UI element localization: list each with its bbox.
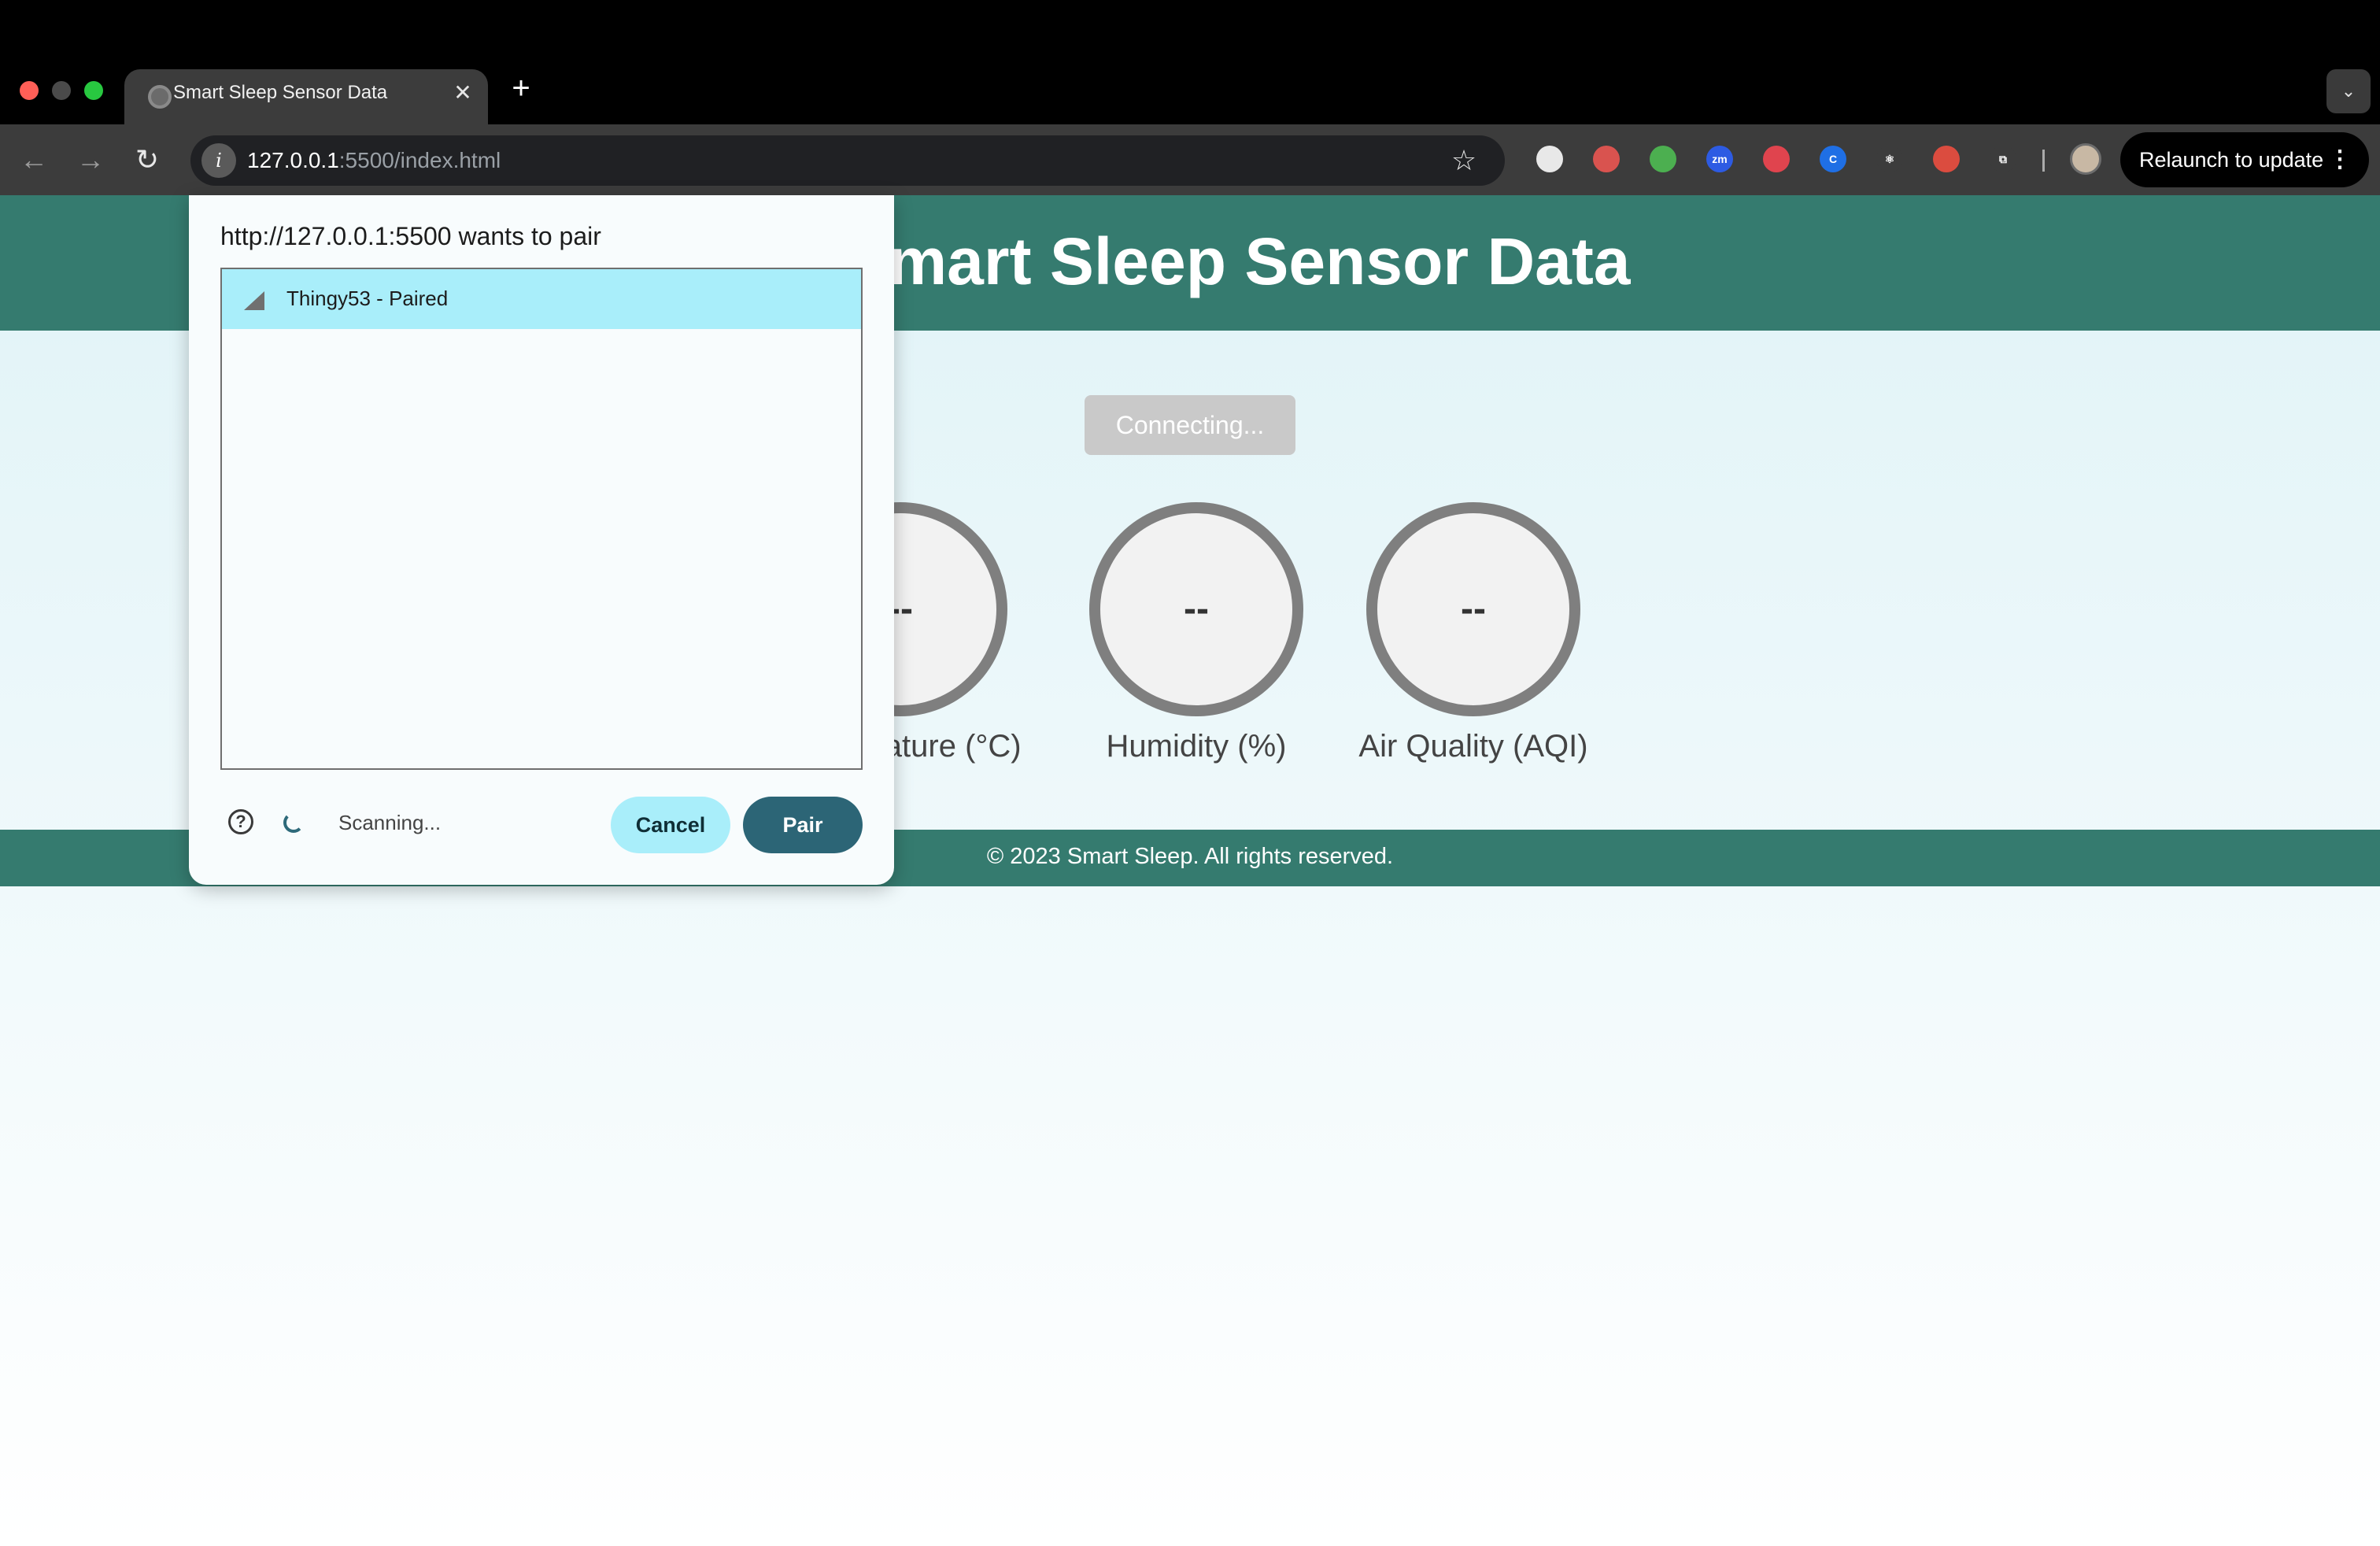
device-list[interactable]: Thingy53 - Paired bbox=[220, 268, 863, 770]
react-extension-icon[interactable]: ⚛ bbox=[1876, 146, 1903, 172]
browser-tab-strip: Smart Sleep Sensor Data ✕ + ⌄ bbox=[0, 0, 2380, 124]
url-text[interactable]: 127.0.0.1:5500/index.html bbox=[247, 148, 501, 173]
pair-button[interactable]: Pair bbox=[743, 797, 863, 853]
signal-strength-icon bbox=[244, 291, 264, 310]
tab-smart-sleep[interactable]: Smart Sleep Sensor Data ✕ bbox=[124, 69, 488, 124]
globe-icon bbox=[148, 85, 172, 109]
reload-icon[interactable]: ↻ bbox=[129, 142, 165, 178]
site-info-icon[interactable]: i bbox=[201, 143, 236, 178]
air-quality-label: Air Quality (AQI) bbox=[1358, 729, 1588, 764]
address-bar[interactable]: i 127.0.0.1:5500/index.html ☆ bbox=[190, 135, 1505, 186]
device-name: Thingy53 - Paired bbox=[286, 287, 449, 310]
zoom-extension-icon[interactable]: zm bbox=[1706, 146, 1733, 172]
scanning-spinner-icon bbox=[283, 812, 304, 833]
humidity-gauge: -- bbox=[1089, 502, 1303, 716]
back-icon[interactable]: ← bbox=[16, 142, 52, 178]
tab-title: Smart Sleep Sensor Data bbox=[173, 82, 388, 103]
minimize-window-button[interactable] bbox=[52, 81, 71, 100]
forward-icon[interactable]: → bbox=[72, 142, 109, 178]
shield-extension-icon[interactable] bbox=[1650, 146, 1676, 172]
relaunch-button[interactable]: Relaunch to update ⋮ bbox=[2120, 132, 2369, 187]
cancel-button[interactable]: Cancel bbox=[611, 797, 730, 853]
air-quality-gauge: -- bbox=[1366, 502, 1580, 716]
connect-button[interactable]: Connecting... bbox=[1085, 395, 1295, 455]
blue-c-extension-icon[interactable]: C bbox=[1820, 146, 1846, 172]
red-extension-icon[interactable] bbox=[1763, 146, 1790, 172]
toolbar-divider bbox=[2042, 150, 2045, 172]
help-icon[interactable]: ? bbox=[228, 809, 253, 834]
url-path: :5500/index.html bbox=[338, 148, 501, 172]
humidity-value: -- bbox=[1184, 588, 1209, 630]
dialog-title: http://127.0.0.1:5500 wants to pair bbox=[220, 222, 601, 250]
bookmark-star-icon[interactable]: ☆ bbox=[1447, 143, 1481, 178]
close-tab-icon[interactable]: ✕ bbox=[447, 77, 479, 109]
device-list-item[interactable]: Thingy53 - Paired bbox=[222, 269, 861, 329]
puzzle-extension-icon[interactable]: ⧉ bbox=[1990, 146, 2016, 172]
profile-avatar[interactable] bbox=[2070, 143, 2101, 175]
air-quality-value: -- bbox=[1461, 588, 1486, 630]
close-window-button[interactable] bbox=[20, 81, 39, 100]
password-extension-icon[interactable] bbox=[1536, 146, 1563, 172]
maximize-window-button[interactable] bbox=[84, 81, 103, 100]
browser-toolbar: ← → ↻ i 127.0.0.1:5500/index.html ☆ zm C ⚛… bbox=[0, 124, 2380, 195]
url-host: 127.0.0.1 bbox=[247, 148, 339, 172]
todoist-extension-icon[interactable] bbox=[1933, 146, 1960, 172]
scanning-status: Scanning... bbox=[338, 811, 442, 834]
mail-extension-icon[interactable] bbox=[1593, 146, 1620, 172]
relaunch-label: Relaunch to update bbox=[2139, 148, 2324, 172]
tab-search-button[interactable]: ⌄ bbox=[2326, 69, 2371, 113]
bluetooth-pair-dialog: http://127.0.0.1:5500 wants to pair Thin… bbox=[189, 195, 894, 885]
new-tab-button[interactable]: + bbox=[504, 71, 538, 105]
browser-menu-icon[interactable]: ⋮ bbox=[2328, 132, 2352, 187]
